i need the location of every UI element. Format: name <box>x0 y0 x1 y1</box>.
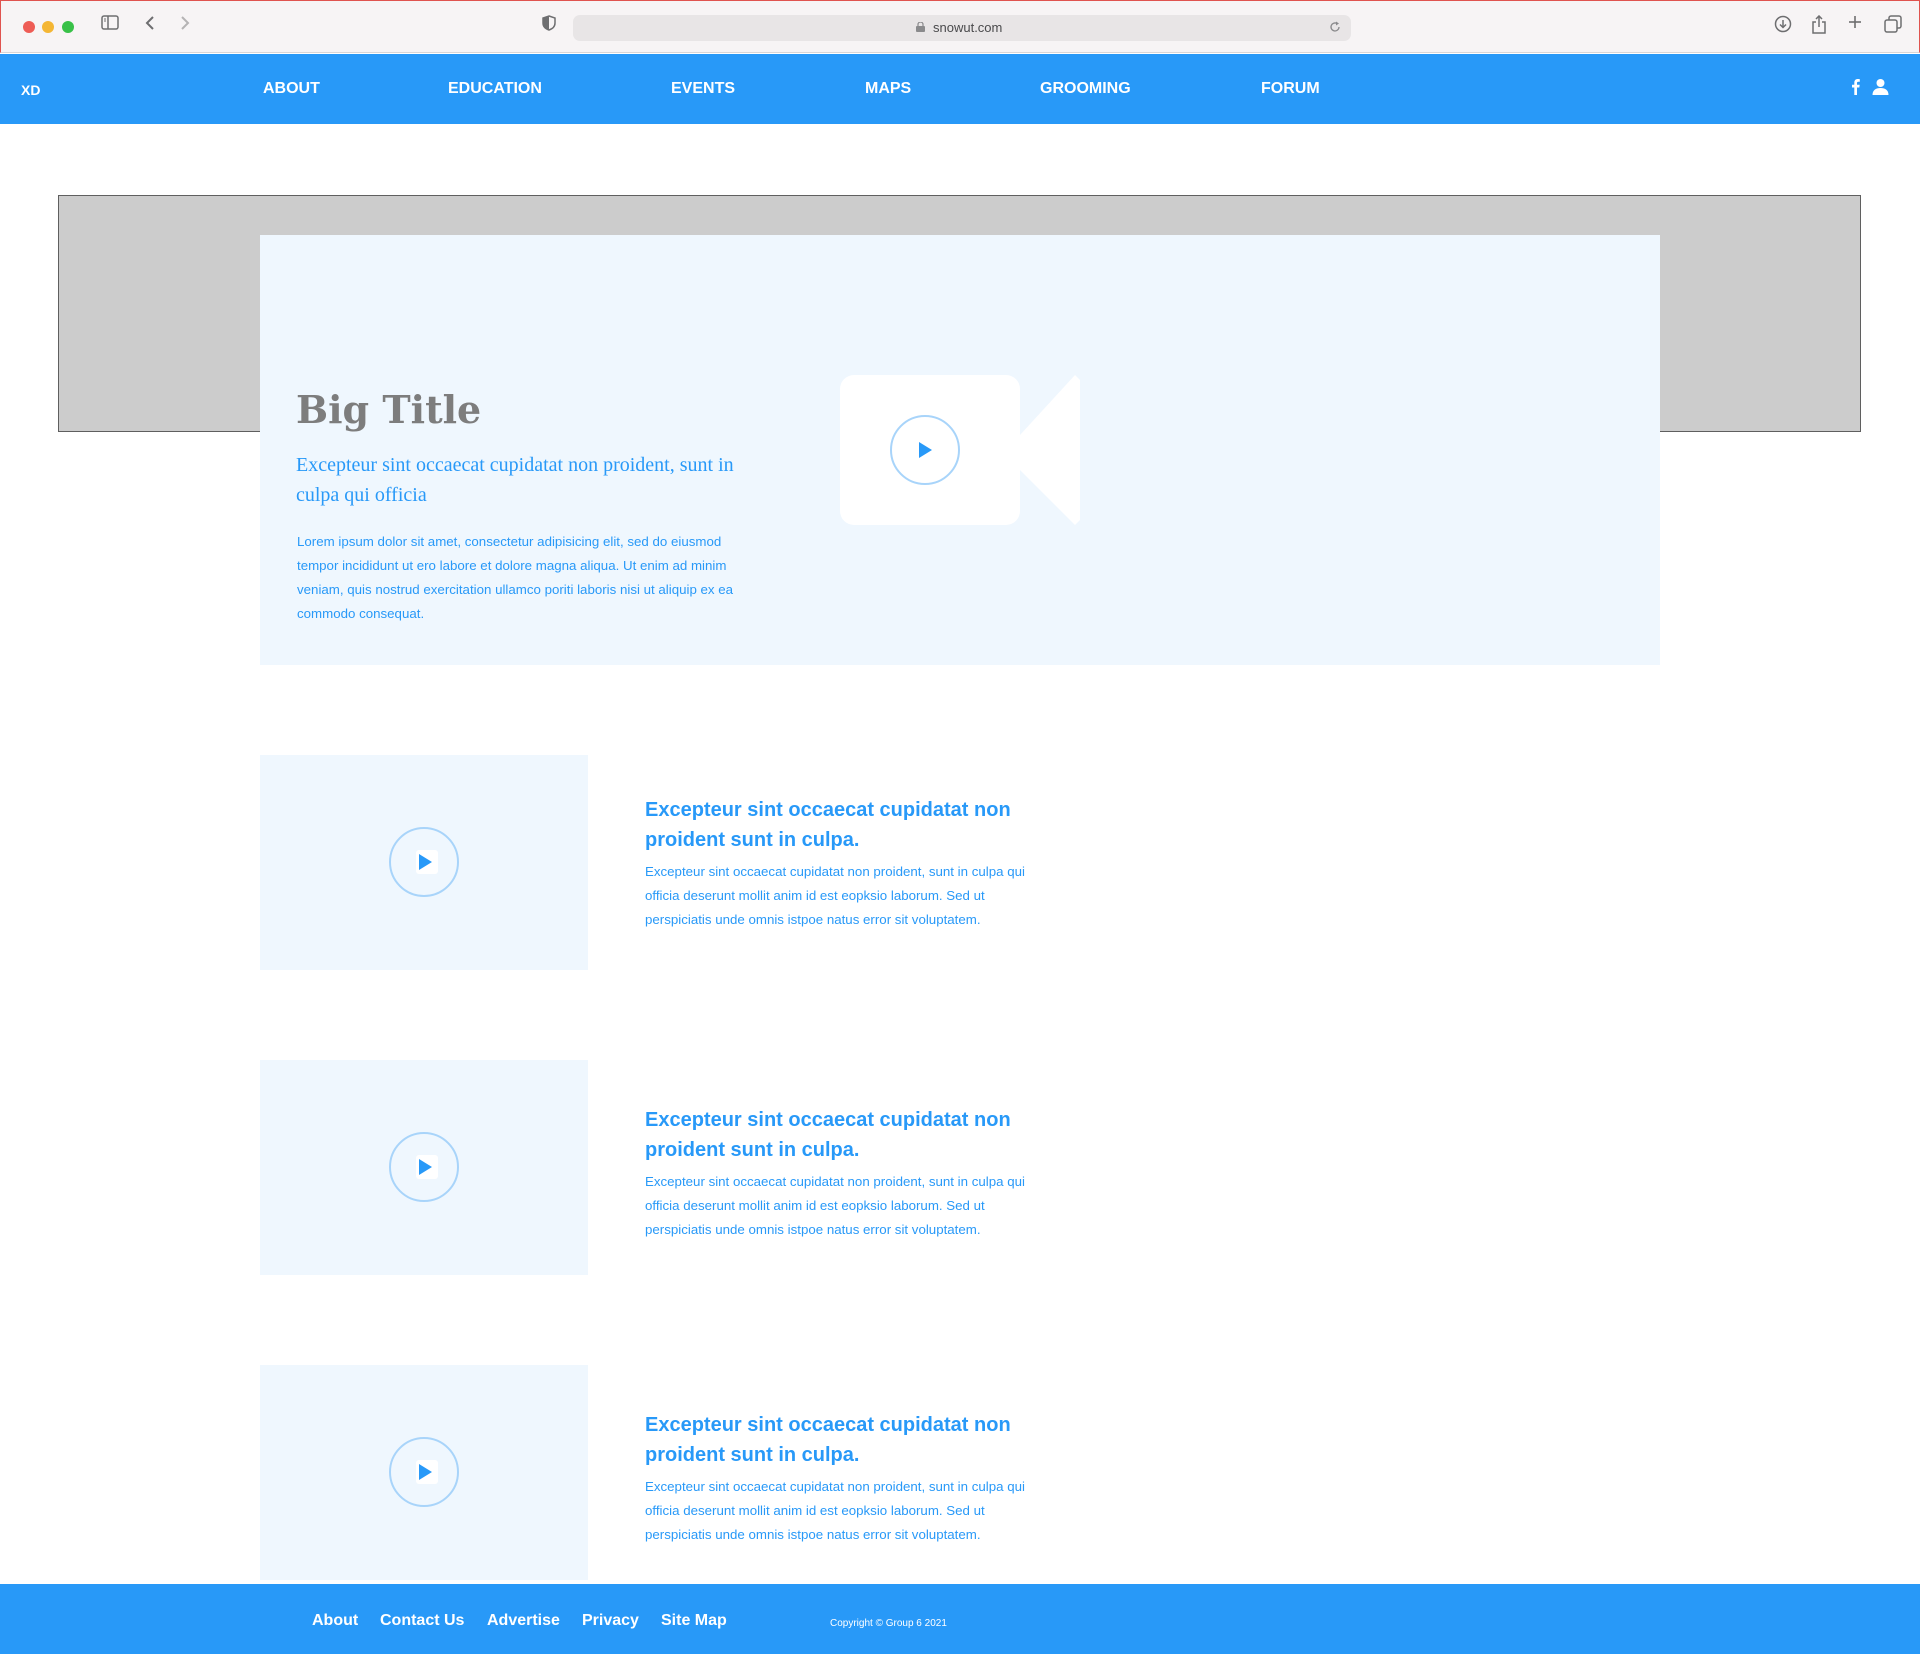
privacy-shield-icon[interactable] <box>542 15 556 31</box>
nav-item-events[interactable]: EVENTS <box>671 80 735 98</box>
hero-card: Big Title Excepteur sint occaecat cupida… <box>260 235 1660 665</box>
close-window-button[interactable] <box>23 21 35 33</box>
video-thumbnail[interactable] <box>260 1365 588 1580</box>
nav-item-grooming[interactable]: GROOMING <box>1040 80 1131 98</box>
play-icon[interactable] <box>389 827 459 897</box>
list-item: Excepteur sint occaecat cupidatat non pr… <box>260 755 1160 970</box>
copyright-text: Copyright © Group 6 2021 <box>830 1618 947 1629</box>
footer-link-about[interactable]: About <box>312 1612 358 1630</box>
play-icon[interactable] <box>389 1132 459 1202</box>
footer-link-site-map[interactable]: Site Map <box>661 1612 727 1630</box>
video-thumbnail[interactable] <box>260 1060 588 1275</box>
share-icon[interactable] <box>1811 15 1827 34</box>
forward-icon[interactable] <box>180 15 190 31</box>
site-footer: About Contact Us Advertise Privacy Site … <box>0 1584 1920 1654</box>
downloads-icon[interactable] <box>1774 15 1792 33</box>
footer-link-privacy[interactable]: Privacy <box>582 1612 639 1630</box>
hero-video-player[interactable] <box>840 375 1080 525</box>
item-title[interactable]: Excepteur sint occaecat cupidatat non pr… <box>645 1410 1045 1470</box>
site-navbar: XD ABOUT EDUCATION EVENTS MAPS GROOMING … <box>0 54 1920 124</box>
footer-link-contact-us[interactable]: Contact Us <box>380 1612 464 1630</box>
address-bar[interactable]: snowut.com <box>573 15 1351 41</box>
facebook-icon[interactable] <box>1851 78 1860 100</box>
list-item: Excepteur sint occaecat cupidatat non pr… <box>260 1365 1160 1580</box>
item-description: Excepteur sint occaecat cupidatat non pr… <box>645 864 1025 927</box>
video-camera-icon <box>840 375 1080 525</box>
hero-body-text: Lorem ipsum dolor sit amet, consectetur … <box>297 534 734 621</box>
item-title[interactable]: Excepteur sint occaecat cupidatat non pr… <box>645 795 1045 855</box>
footer-link-advertise[interactable]: Advertise <box>487 1612 560 1630</box>
hero-subtitle: Excepteur sint occaecat cupidatat non pr… <box>296 454 734 506</box>
hero-title: Big Title <box>296 387 482 432</box>
new-tab-icon[interactable] <box>1848 15 1862 29</box>
video-thumbnail[interactable] <box>260 755 588 970</box>
nav-item-maps[interactable]: MAPS <box>865 80 911 98</box>
tab-overview-icon[interactable] <box>1884 15 1902 33</box>
item-description: Excepteur sint occaecat cupidatat non pr… <box>645 1174 1025 1237</box>
zoom-window-button[interactable] <box>62 21 74 33</box>
nav-item-education[interactable]: EDUCATION <box>448 80 542 98</box>
sidebar-toggle-icon[interactable] <box>101 15 119 30</box>
nav-item-forum[interactable]: FORUM <box>1261 80 1320 98</box>
back-icon[interactable] <box>145 15 155 31</box>
play-icon[interactable] <box>389 1437 459 1507</box>
browser-toolbar: snowut.com <box>0 0 1920 53</box>
item-title[interactable]: Excepteur sint occaecat cupidatat non pr… <box>645 1105 1045 1165</box>
site-logo[interactable]: XD <box>21 82 40 98</box>
item-description: Excepteur sint occaecat cupidatat non pr… <box>645 1479 1025 1542</box>
reload-icon[interactable] <box>1329 21 1341 33</box>
list-item: Excepteur sint occaecat cupidatat non pr… <box>260 1060 1160 1275</box>
play-icon[interactable] <box>890 415 960 485</box>
lock-icon <box>916 22 925 32</box>
url-text: snowut.com <box>933 20 1003 35</box>
user-icon[interactable] <box>1872 78 1889 100</box>
minimize-window-button[interactable] <box>42 21 54 33</box>
nav-item-about[interactable]: ABOUT <box>263 80 320 98</box>
